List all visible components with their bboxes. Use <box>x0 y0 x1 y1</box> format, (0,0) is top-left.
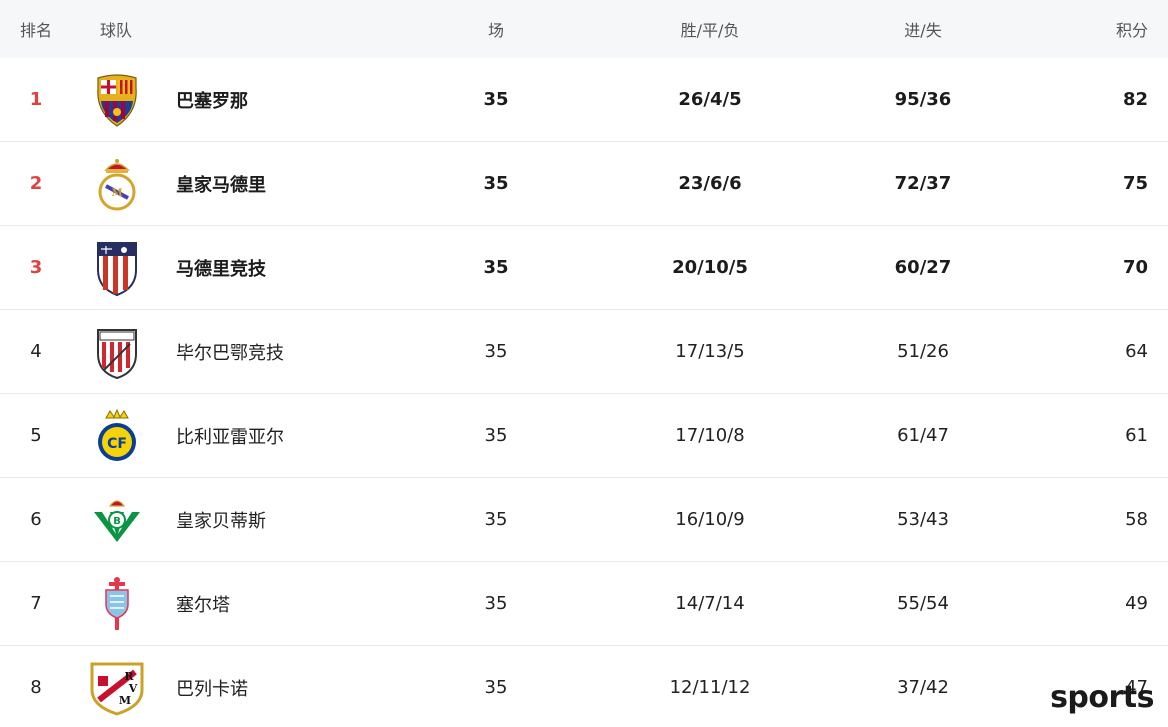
table-row[interactable]: 5 CF 比利亚雷亚尔 35 17/10/8 61/47 61 <box>0 394 1168 478</box>
atletico-madrid-crest-icon <box>97 241 137 296</box>
rank-number: 5 <box>30 425 42 446</box>
rank-number: 8 <box>30 677 42 698</box>
goals-record: 61/47 <box>897 425 949 446</box>
rayo-vallecano-crest-icon: R V M <box>90 662 144 716</box>
wdl-record: 20/10/5 <box>672 257 748 278</box>
played-count: 35 <box>484 593 508 614</box>
goals-record: 51/26 <box>897 341 949 362</box>
rank-number: 1 <box>29 89 43 110</box>
table-row[interactable]: 7 塞尔塔 35 14/7/14 55/54 49 <box>0 562 1168 646</box>
rank-number: 7 <box>30 593 42 614</box>
goals-record: 53/43 <box>897 509 949 530</box>
points-value: 49 <box>1125 593 1148 614</box>
points-value: 75 <box>1122 173 1148 194</box>
table-header: 排名 球队 场 胜/平/负 进/失 积分 <box>0 0 1168 58</box>
team-name: 皇家马德里 <box>176 174 266 196</box>
header-wdl: 胜/平/负 <box>680 21 740 40</box>
played-count: 35 <box>483 89 509 110</box>
goals-record: 95/36 <box>894 89 952 110</box>
points-value: 58 <box>1125 509 1148 530</box>
celta-vigo-crest-icon <box>105 576 129 630</box>
table-row[interactable]: 3 马德里竞技 35 20/10/5 60/27 70 <box>0 226 1168 310</box>
svg-text:M: M <box>119 694 131 707</box>
played-count: 35 <box>483 173 509 194</box>
header-team: 球队 <box>100 21 133 40</box>
standings-table: 排名 球队 场 胜/平/负 进/失 积分 1 巴塞罗那 35 26/4/5 95… <box>0 0 1168 727</box>
villarreal-crest-icon: CF <box>98 408 136 461</box>
points-value: 70 <box>1122 257 1148 278</box>
wdl-record: 12/11/12 <box>669 677 751 698</box>
rank-number: 2 <box>29 173 43 194</box>
svg-text:M: M <box>111 188 122 199</box>
real-betis-crest-icon: B <box>94 499 140 542</box>
header-goals: 进/失 <box>904 21 942 40</box>
played-count: 35 <box>483 257 509 278</box>
goals-record: 55/54 <box>897 593 949 614</box>
header-played: 场 <box>487 21 504 40</box>
wdl-record: 17/10/8 <box>675 425 745 446</box>
goals-record: 37/42 <box>897 677 949 698</box>
sports-watermark: sports <box>1050 680 1154 715</box>
barcelona-crest-icon <box>97 73 137 127</box>
header-rank: 排名 <box>19 21 52 40</box>
points-value: 82 <box>1122 89 1148 110</box>
svg-text:B: B <box>113 516 121 527</box>
played-count: 35 <box>484 509 508 530</box>
rank-number: 3 <box>29 257 43 278</box>
table-row[interactable]: 6 B 皇家贝蒂斯 35 16/10/9 53/43 58 <box>0 478 1168 562</box>
team-name: 毕尔巴鄂竞技 <box>176 342 284 364</box>
points-value: 61 <box>1125 425 1148 446</box>
team-name: 皇家贝蒂斯 <box>176 510 266 532</box>
wdl-record: 16/10/9 <box>675 509 745 530</box>
wdl-record: 14/7/14 <box>675 593 745 614</box>
played-count: 35 <box>484 425 508 446</box>
team-name: 马德里竞技 <box>176 258 266 280</box>
header-points: 积分 <box>1115 21 1148 40</box>
rank-number: 4 <box>30 341 42 362</box>
goals-record: 60/27 <box>894 257 952 278</box>
rank-number: 6 <box>30 509 42 530</box>
wdl-record: 17/13/5 <box>675 341 745 362</box>
team-name: 巴塞罗那 <box>176 90 248 112</box>
athletic-club-crest-icon <box>97 328 137 379</box>
team-name: 塞尔塔 <box>176 594 230 616</box>
team-name: 巴列卡诺 <box>176 678 248 700</box>
table-row[interactable]: 4 毕尔巴鄂竞技 35 17/13/5 51/26 64 <box>0 310 1168 394</box>
played-count: 35 <box>484 341 508 362</box>
goals-record: 72/37 <box>894 173 952 194</box>
table-row[interactable]: 1 巴塞罗那 35 26/4/5 95/36 82 <box>0 58 1168 142</box>
real-madrid-crest-icon: M <box>98 158 136 210</box>
svg-text:CF: CF <box>107 436 127 452</box>
points-value: 64 <box>1125 341 1148 362</box>
team-name: 比利亚雷亚尔 <box>176 426 284 448</box>
table-row[interactable]: 8 R V M 巴列卡诺 35 12/11/12 37/42 47 <box>0 646 1168 727</box>
played-count: 35 <box>484 677 508 698</box>
wdl-record: 26/4/5 <box>678 89 742 110</box>
wdl-record: 23/6/6 <box>678 173 742 194</box>
table-row[interactable]: 2 M 皇家马德里 35 23/6/6 72/37 75 <box>0 142 1168 226</box>
